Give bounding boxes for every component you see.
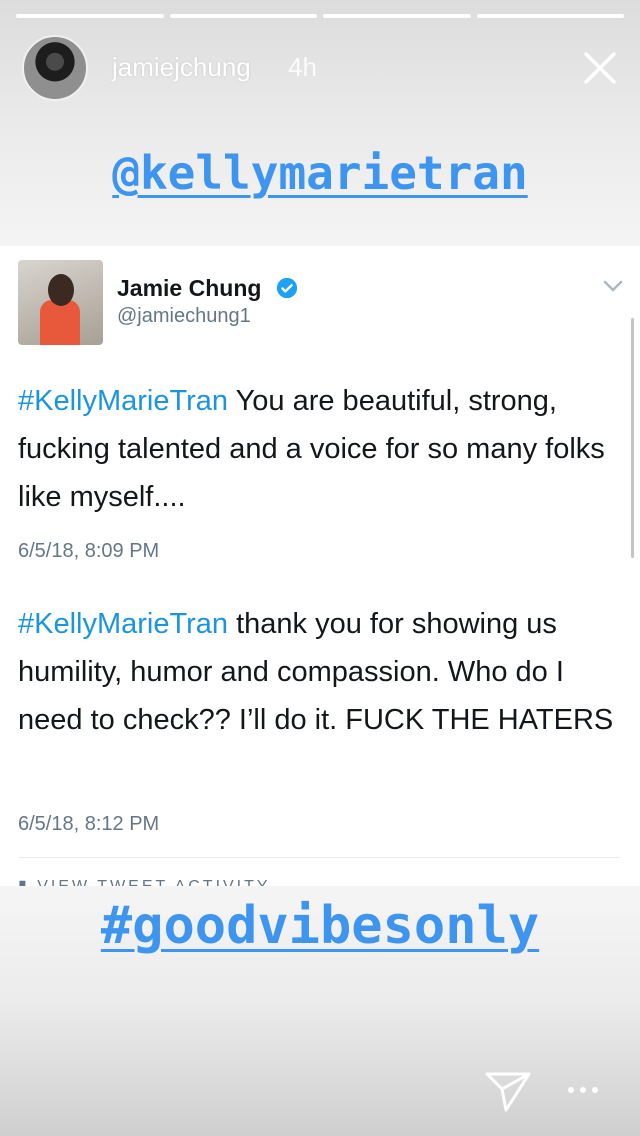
hashtag-link[interactable]: #KellyMarieTran [18, 608, 228, 640]
scrollbar[interactable] [631, 318, 634, 558]
close-icon [584, 52, 616, 84]
tweet-card: Jamie Chung @jamiechung1 #KellyMarieTran… [0, 246, 640, 886]
bar-chart-icon: ▮ [18, 878, 37, 886]
view-tweet-activity-link[interactable]: ▮ VIEW TWEET ACTIVITY [18, 876, 271, 886]
avatar-figure [40, 300, 80, 345]
tweet-display-name[interactable]: Jamie Chung [117, 275, 261, 302]
tweet-handle[interactable]: @jamiechung1 [117, 305, 251, 328]
progress-segment [16, 14, 164, 18]
more-icon [568, 1087, 598, 1093]
tweet-date: 6/5/18, 8:09 PM [18, 540, 160, 562]
avatar-head [48, 274, 74, 306]
more-options-button[interactable] [566, 1082, 600, 1098]
story-progress-bar [16, 14, 624, 18]
tweet-text: #KellyMarieTran thank you for showing us… [18, 600, 618, 744]
progress-segment [323, 14, 471, 18]
progress-segment [476, 14, 624, 18]
tweet-avatar[interactable] [18, 260, 103, 345]
mention-sticker[interactable]: @kellymarietran [0, 146, 640, 200]
divider [18, 857, 620, 858]
activity-label: VIEW TWEET ACTIVITY [37, 878, 270, 886]
verified-badge-icon [276, 277, 298, 299]
story-username[interactable]: jamiejchung [112, 52, 251, 83]
send-button[interactable] [484, 1070, 532, 1114]
chevron-down-icon[interactable] [602, 278, 624, 294]
hashtag-link[interactable]: #KellyMarieTran [18, 385, 228, 417]
tweet-text: #KellyMarieTran You are beautiful, stron… [18, 377, 618, 521]
hashtag-sticker[interactable]: #goodvibesonly [0, 896, 640, 956]
story-avatar[interactable] [22, 35, 88, 101]
send-icon [485, 1072, 531, 1112]
tweet-date: 6/5/18, 8:12 PM [18, 813, 160, 835]
progress-segment [169, 14, 317, 18]
close-button[interactable] [580, 48, 620, 88]
story-timestamp: 4h [288, 52, 317, 82]
